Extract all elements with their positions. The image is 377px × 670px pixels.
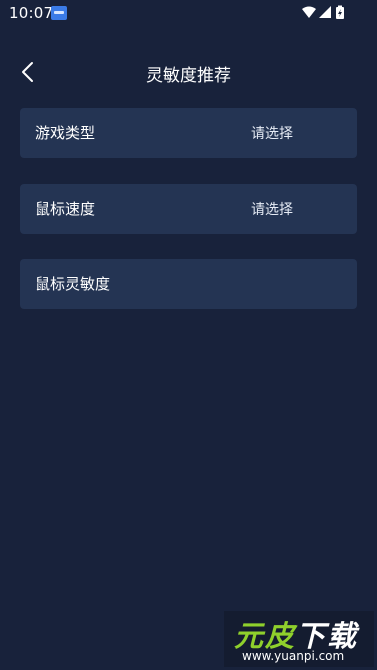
game-type-label: 游戏类型: [35, 124, 96, 142]
mouse-speed-selector[interactable]: 鼠标速度 请选择: [20, 184, 357, 234]
watermark-logo-text-b: 下载: [296, 619, 359, 653]
signal-icon: [319, 6, 331, 18]
page-title: 灵敏度推荐: [146, 66, 231, 86]
mouse-sensitivity-row[interactable]: 鼠标灵敏度: [20, 259, 357, 309]
status-icons: [301, 5, 351, 19]
game-type-value: 请选择: [251, 126, 293, 142]
status-time: 10:07: [9, 4, 54, 22]
watermark-logo: 元皮下载 www.yuanpi.com: [224, 611, 374, 667]
watermark-logo-text-a: 元皮: [234, 619, 297, 653]
watermark-url: www.yuanpi.com: [242, 649, 345, 663]
mouse-sensitivity-label: 鼠标灵敏度: [35, 275, 111, 293]
notification-app-icon: [51, 6, 67, 20]
game-type-selector[interactable]: 游戏类型 请选择: [20, 108, 357, 158]
mouse-speed-label: 鼠标速度: [35, 200, 96, 218]
status-bar: 10:07: [0, 0, 377, 26]
header: 灵敏度推荐: [0, 52, 377, 92]
wifi-icon: [302, 6, 316, 18]
battery-charging-icon: [336, 5, 344, 19]
mouse-speed-value: 请选择: [251, 202, 293, 218]
